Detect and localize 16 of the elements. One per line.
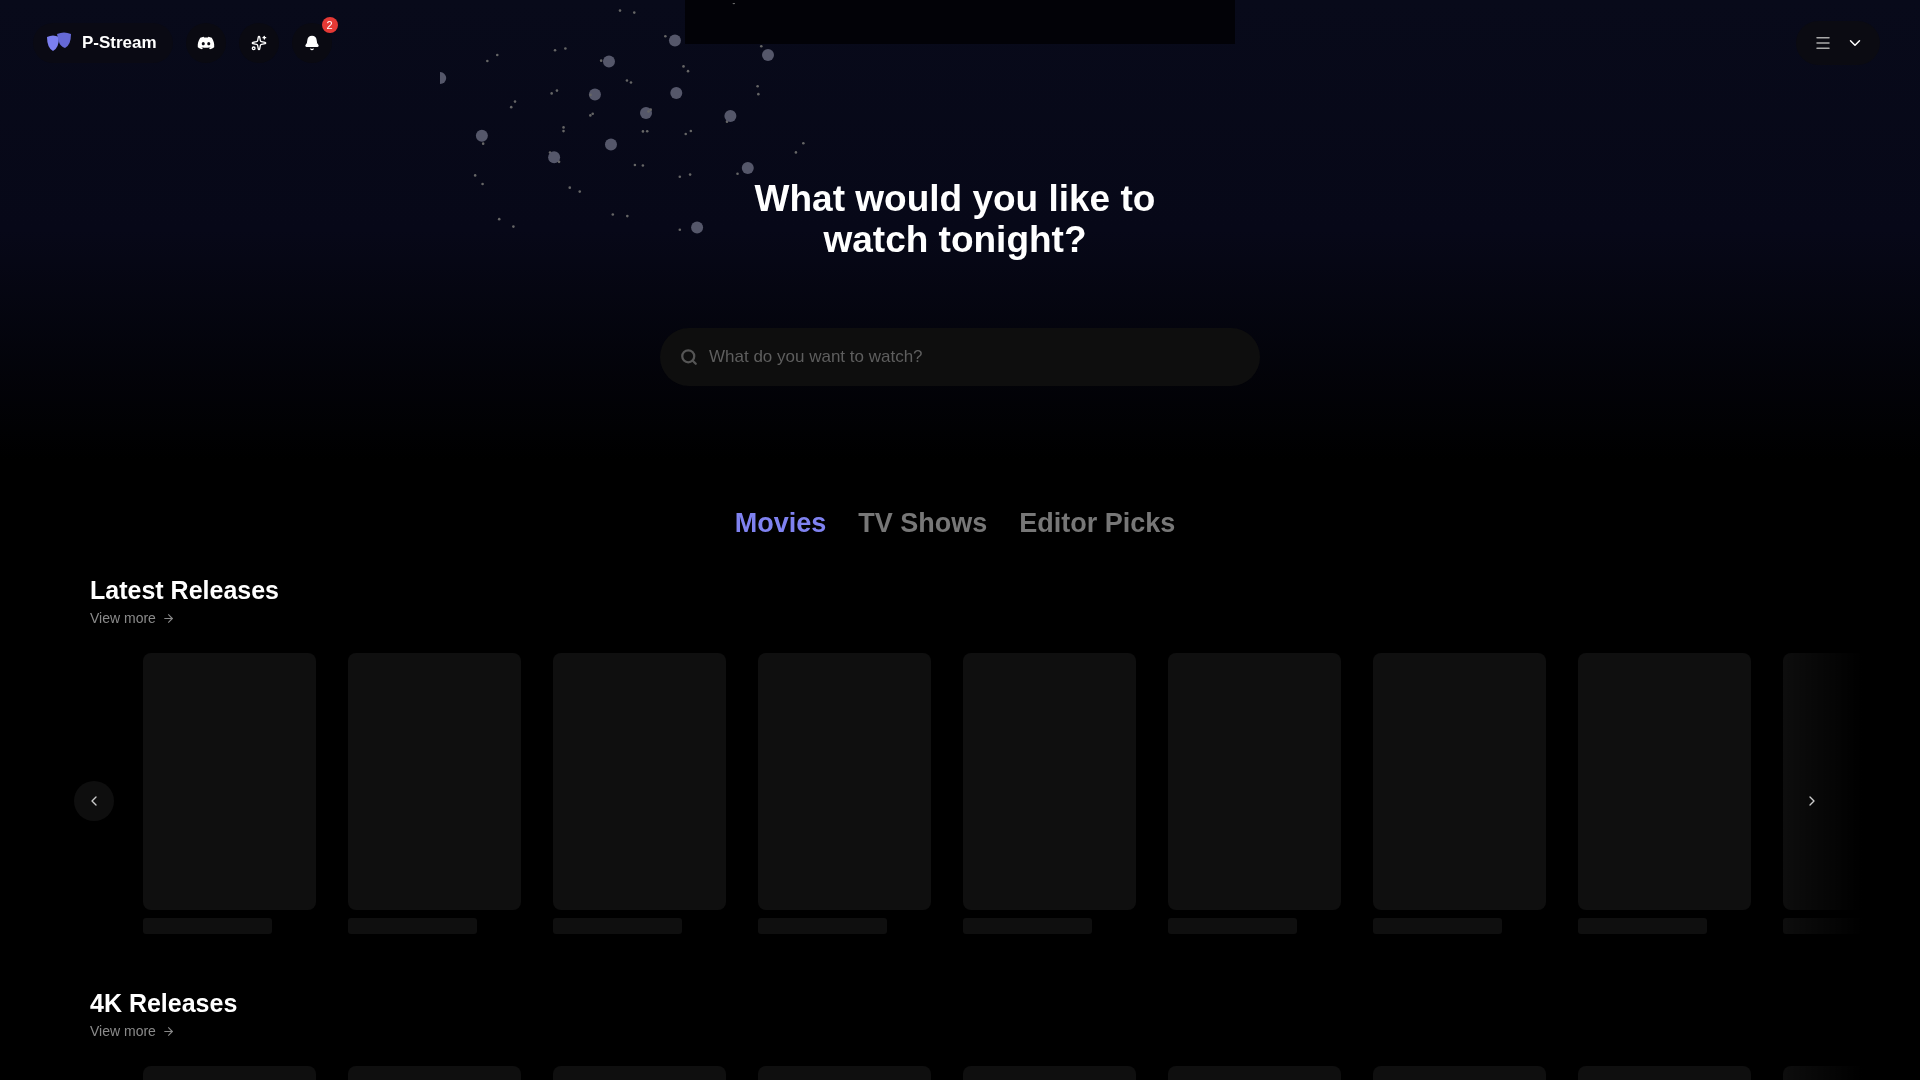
search-icon (680, 348, 698, 366)
category-tab[interactable]: Movies (734, 508, 827, 539)
arrow-right-icon (161, 611, 175, 625)
menu-icon (1814, 34, 1832, 52)
bell-icon (303, 35, 320, 51)
hero-title: What would you like to watch tonight? (753, 178, 1157, 260)
view-more-link[interactable]: View more (90, 610, 175, 626)
search-field[interactable]: What do you want to watch? (660, 328, 1260, 386)
brand-logo[interactable]: P-Stream (33, 23, 173, 63)
menu-button[interactable] (1796, 21, 1880, 65)
arrow-right-icon (161, 1024, 175, 1038)
section-title: Latest Releases (90, 575, 280, 605)
category-tab[interactable]: Editor Picks (1019, 508, 1176, 539)
category-tab[interactable]: TV Shows (858, 508, 988, 539)
section-title: 4K Releases (90, 988, 239, 1018)
view-more-link[interactable]: View more (90, 1023, 175, 1039)
